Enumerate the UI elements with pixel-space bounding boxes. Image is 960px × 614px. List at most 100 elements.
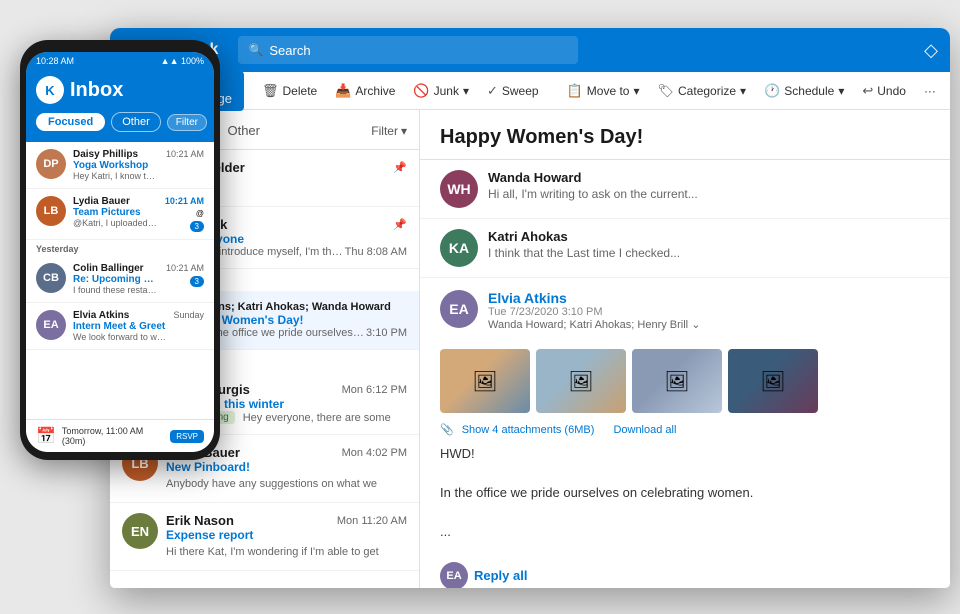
filter-dropdown-icon: ▾	[401, 124, 407, 138]
filter-label: Filter	[371, 124, 398, 138]
mobile-phone: 10:28 AM ▲▲ 100% K Inbox Focused Other F…	[20, 40, 220, 460]
sweep-icon: ✓	[487, 83, 498, 99]
categorize-dropdown-icon: ▾	[740, 84, 746, 98]
categorize-button[interactable]: 🏷 Categorize ▾	[650, 79, 755, 103]
img-thumb-3: 🖼	[632, 349, 722, 413]
desktop-screen: Outlook 🔍 Search ◇ ☰ ✏ New message 🗑 Del…	[110, 28, 950, 588]
email-name-6: Erik Nason	[166, 513, 234, 528]
reading-title: Happy Women's Day!	[440, 126, 930, 149]
phone-filter-btn[interactable]: Filter	[167, 114, 207, 131]
move-to-button[interactable]: 📋 Move to ▾	[559, 79, 648, 103]
move-to-label: Move to	[587, 84, 630, 98]
body-line-2: In the office we pride ourselves on cele…	[440, 483, 930, 503]
phone-inbox-title: K Inbox	[36, 76, 204, 104]
schedule-dropdown-icon: ▾	[838, 84, 844, 98]
phone-mail-content-elvia: Elvia Atkins Intern Meet & Greet We look…	[73, 310, 166, 342]
conv-sender-date: Tue 7/23/2020 3:10 PM	[488, 306, 700, 318]
email-item-6[interactable]: EN Erik Nason Mon 11:20 AM Expense repor…	[110, 503, 419, 571]
avatar-katri: KA	[440, 229, 478, 267]
phone-footer: 📅 Tomorrow, 11:00 AM (30m) RSVP	[26, 419, 214, 452]
phone-badge-lydia: @	[196, 209, 204, 218]
phone-rsvp-button[interactable]: RSVP	[170, 430, 204, 443]
conv-item-wanda[interactable]: WH Wanda Howard Hi all, I'm writing to a…	[420, 160, 950, 219]
search-icon: 🔍	[248, 43, 263, 57]
phone-mail-name-colin: Colin Ballinger	[73, 263, 159, 274]
body-line-1: HWD!	[440, 444, 930, 464]
phone-colin-right: 10:21 AM 3	[166, 263, 204, 287]
email-time-5: Mon 4:02 PM	[342, 447, 407, 459]
reply-all-button[interactable]: EA Reply all	[420, 554, 950, 589]
undo-label: Undo	[877, 84, 906, 98]
email-time-4: Mon 6:12 PM	[342, 384, 407, 396]
attachment-bar: 📎 Show 4 attachments (6MB) Download all	[440, 423, 930, 436]
tab-other[interactable]: Other	[217, 119, 270, 142]
phone-avatar-elvia: EA	[36, 310, 66, 340]
move-to-dropdown-icon: ▾	[633, 84, 639, 98]
phone-mail-item-lydia[interactable]: LB Lydia Bauer Team Pictures @Katri, I u…	[26, 189, 214, 240]
phone-mail-subject-daisy: Yoga Workshop	[73, 160, 159, 171]
avatar-wanda: WH	[440, 170, 478, 208]
phone-mail-preview-lydia: @Katri, I uploaded all the pictures fro.…	[73, 218, 158, 228]
email-preview-6: Hi there Kat, I'm wondering if I'm able …	[166, 546, 379, 558]
phone-signal: ▲▲ 100%	[161, 56, 204, 66]
undo-button[interactable]: ↩ Undo	[854, 79, 914, 103]
schedule-button[interactable]: 🕐 Schedule ▾	[756, 79, 852, 103]
phone-tab-other[interactable]: Other	[111, 112, 161, 132]
search-bar[interactable]: 🔍 Search	[238, 36, 578, 64]
attachment-paperclip-icon: 📎	[440, 423, 454, 436]
conv-to: Wanda Howard; Katri Ahokas; Henry Brill …	[488, 318, 700, 331]
phone-mail-time-daisy: 10:21 AM	[166, 149, 204, 159]
sweep-button[interactable]: ✓ Sweep	[479, 79, 547, 103]
phone-status-bar: 10:28 AM ▲▲ 100%	[26, 52, 214, 68]
categorize-label: Categorize	[678, 84, 736, 98]
img-thumb-2: 🖼	[536, 349, 626, 413]
archive-icon: 📥	[335, 83, 351, 99]
img-thumb-4: 🖼	[728, 349, 818, 413]
schedule-label: Schedule	[784, 84, 834, 98]
email-preview-5: Anybody have any suggestions on what we	[166, 478, 377, 490]
conv-expanded-elvia: EA Elvia Atkins Tue 7/23/2020 3:10 PM Wa…	[420, 278, 950, 554]
archive-button[interactable]: 📥 Archive	[327, 79, 403, 103]
show-attachments-link[interactable]: Show 4 attachments (6MB)	[462, 424, 595, 436]
archive-label: Archive	[355, 84, 395, 98]
phone-mail-content-daisy: Daisy Phillips Yoga Workshop Hey Katri, …	[73, 149, 159, 181]
more-button[interactable]: ···	[916, 80, 944, 102]
phone-mail-item-elvia[interactable]: EA Elvia Atkins Intern Meet & Greet We l…	[26, 303, 214, 350]
junk-label: Junk	[434, 84, 459, 98]
conv-item-katri[interactable]: KA Katri Ahokas I think that the Last ti…	[420, 219, 950, 278]
delete-button[interactable]: 🗑 Delete	[254, 79, 325, 103]
move-to-icon: 📋	[567, 83, 583, 99]
phone-mail-time-colin: 10:21 AM	[166, 263, 204, 273]
filter-button[interactable]: Filter ▾	[371, 124, 407, 138]
outlook-main: Focused Other Filter ▾ IF Isaac Fielder …	[110, 110, 950, 588]
email-subject-6: Expense report	[166, 528, 407, 542]
more-icon: ···	[924, 84, 936, 98]
phone-footer-text: Tomorrow, 11:00 AM (30m)	[62, 426, 164, 446]
phone-mail-time-lydia: 10:21 AM	[165, 196, 204, 206]
phone-mail-item-daisy[interactable]: DP Daisy Phillips Yoga Workshop Hey Katr…	[26, 142, 214, 189]
conv-content-katri: Katri Ahokas I think that the Last time …	[488, 229, 930, 262]
phone-avatar-colin: CB	[36, 263, 66, 293]
categorize-icon: 🏷	[658, 83, 675, 99]
phone-mail-content-colin: Colin Ballinger Re: Upcoming Trip I foun…	[73, 263, 159, 295]
phone-mail-preview-colin: I found these restaurants near our...	[73, 285, 159, 295]
phone-mail-list: DP Daisy Phillips Yoga Workshop Hey Katr…	[26, 142, 214, 419]
reply-all-avatar: EA	[440, 562, 468, 589]
email-preview-4: Hey everyone, there are some	[243, 412, 391, 424]
phone-count-badge-lydia: 3	[190, 221, 204, 232]
body-line-3: ...	[440, 522, 930, 542]
phone-mail-name-elvia: Elvia Atkins	[73, 310, 166, 321]
email-content-6: Erik Nason Mon 11:20 AM Expense report H…	[166, 513, 407, 560]
phone-mail-subject-colin: Re: Upcoming Trip	[73, 274, 159, 285]
phone-count-badge-colin: 3	[190, 276, 204, 287]
junk-button[interactable]: 🚫 Junk ▾	[405, 79, 477, 103]
phone-mail-subject-elvia: Intern Meet & Greet	[73, 321, 166, 332]
download-all-link[interactable]: Download all	[613, 424, 676, 436]
outlook-topbar: Outlook 🔍 Search ◇	[110, 28, 950, 72]
conv-sender-info: Elvia Atkins Tue 7/23/2020 3:10 PM Wanda…	[488, 290, 700, 339]
delete-icon: 🗑	[262, 83, 279, 99]
email-subject-5: New Pinboard!	[166, 460, 407, 474]
phone-header: K Inbox Focused Other Filter	[26, 68, 214, 142]
phone-mail-item-colin[interactable]: CB Colin Ballinger Re: Upcoming Trip I f…	[26, 256, 214, 303]
phone-tab-focused[interactable]: Focused	[36, 113, 105, 131]
